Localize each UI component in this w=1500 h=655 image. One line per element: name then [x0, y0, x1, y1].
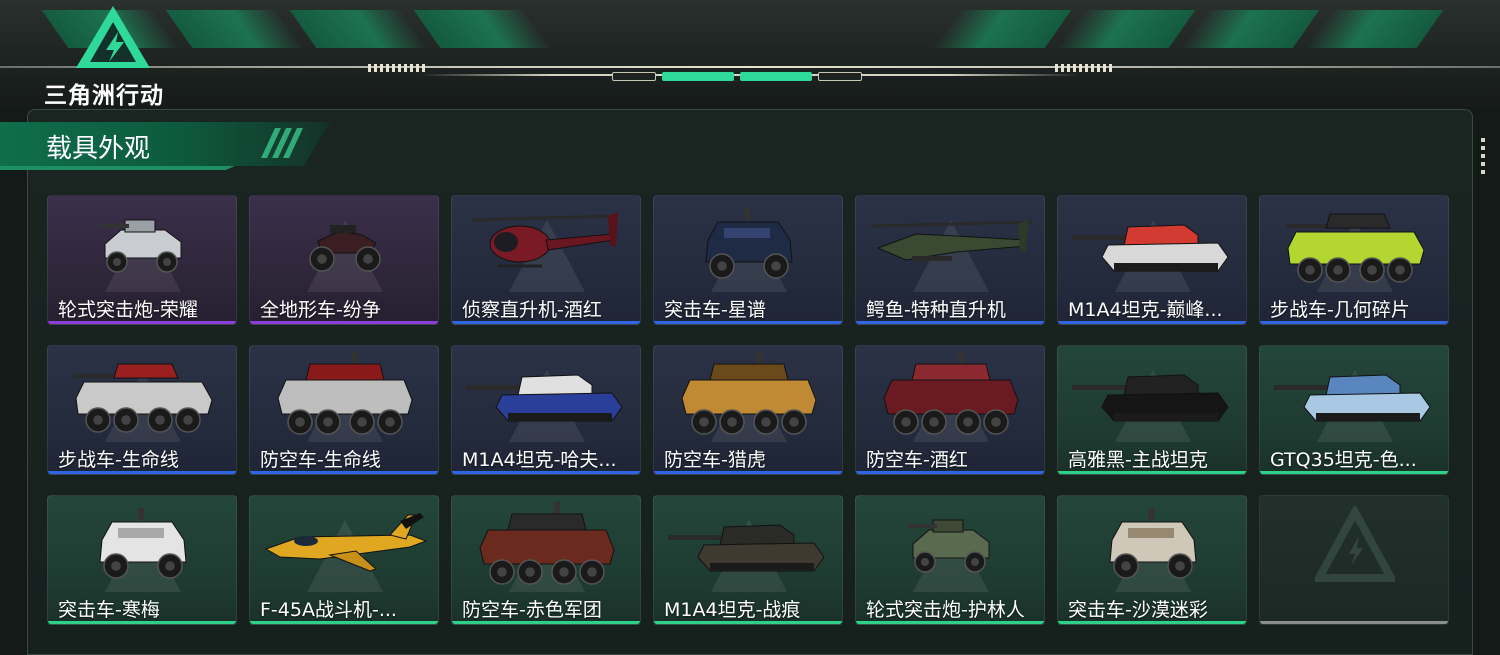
vehicle-skin-name: F-45A战斗机-...: [260, 599, 397, 621]
rarity-bar: [452, 471, 640, 474]
tank-icon: [1058, 200, 1246, 292]
vehicle-skin-card[interactable]: 鳄鱼-特种直升机: [855, 195, 1045, 325]
vehicle-skin-name: 防空车-生命线: [260, 449, 381, 471]
panel-scroll-indicator[interactable]: [1481, 138, 1485, 178]
vehicle-skin-card[interactable]: 防空车-生命线: [249, 345, 439, 475]
vehicle-skin-card[interactable]: 侦察直升机-酒红: [451, 195, 641, 325]
ifv-icon: [48, 350, 236, 442]
vehicle-skin-name: 高雅黑-主战坦克: [1068, 449, 1208, 471]
vehicle-grid: 轮式突击炮-荣耀 全地形车-纷争 侦察直升机-酒红 突击车-星谱 鳄鱼-特种直升…: [47, 195, 1451, 627]
vehicle-skin-card[interactable]: 突击车-星谱: [653, 195, 843, 325]
rarity-bar: [1260, 621, 1448, 624]
vehicle-skin-name: 全地形车-纷争: [260, 299, 381, 321]
vehicle-skin-card[interactable]: 步战车-生命线: [47, 345, 237, 475]
vehicle-skin-name: GTQ35坦克-色...: [1270, 449, 1417, 471]
header-divider: [0, 66, 1500, 68]
rarity-bar: [654, 621, 842, 624]
vehicle-skin-card[interactable]: 高雅黑-主战坦克: [1057, 345, 1247, 475]
vehicle-skin-card[interactable]: 防空车-酒红: [855, 345, 1045, 475]
tank-icon: [1058, 350, 1246, 442]
wheeled-assault-gun-icon: [856, 500, 1044, 592]
rarity-bar: [856, 621, 1044, 624]
rarity-bar: [452, 621, 640, 624]
rarity-bar: [48, 471, 236, 474]
vehicle-skin-card[interactable]: M1A4坦克-战痕: [653, 495, 843, 625]
tank-icon: [452, 350, 640, 442]
section-title: 载具外观: [46, 134, 151, 164]
wheeled-assault-gun-icon: [48, 200, 236, 292]
rarity-bar: [250, 621, 438, 624]
rarity-bar: [856, 471, 1044, 474]
tank-icon: [1260, 350, 1448, 442]
vehicle-skin-card[interactable]: F-45A战斗机-...: [249, 495, 439, 625]
vehicle-skin-card[interactable]: M1A4坦克-哈夫...: [451, 345, 641, 475]
vehicle-skin-name: 轮式突击炮-护林人: [866, 599, 1025, 621]
rarity-bar: [452, 321, 640, 324]
vehicle-skin-name: 突击车-寒梅: [58, 599, 160, 621]
header-ticks-left: [368, 64, 428, 72]
vehicle-skin-name: 防空车-猎虎: [664, 449, 766, 471]
section-tab-slashes: [261, 128, 303, 158]
header-page-indicator: [612, 72, 862, 81]
assault-vehicle-icon: [48, 500, 236, 592]
game-logo: 三角洲行动: [44, 4, 184, 109]
atv-icon: [250, 200, 438, 292]
empty-slot-logo-icon: [1260, 500, 1448, 592]
vehicle-skin-card[interactable]: 突击车-寒梅: [47, 495, 237, 625]
vehicle-skin-name: 突击车-沙漠迷彩: [1068, 599, 1208, 621]
rarity-bar: [1260, 321, 1448, 324]
vehicle-skin-card[interactable]: 突击车-沙漠迷彩: [1057, 495, 1247, 625]
assault-vehicle-icon: [1058, 500, 1246, 592]
rarity-bar: [1260, 471, 1448, 474]
vehicle-skin-card[interactable]: 防空车-赤色军团: [451, 495, 641, 625]
scout-helicopter-icon: [452, 200, 640, 292]
top-header: 三角洲行动: [0, 0, 1500, 109]
aa-vehicle-icon: [452, 500, 640, 592]
vehicle-skin-card[interactable]: 防空车-猎虎: [653, 345, 843, 475]
rarity-bar: [48, 321, 236, 324]
vehicle-skin-name: M1A4坦克-巅峰...: [1068, 299, 1223, 321]
empty-skin-slot[interactable]: [1259, 495, 1449, 625]
section-tab-underline: [0, 166, 235, 170]
vehicle-skin-card[interactable]: 步战车-几何碎片: [1259, 195, 1449, 325]
ifv-icon: [1260, 200, 1448, 292]
fighter-jet-icon: [250, 500, 438, 592]
vehicle-skin-card[interactable]: 全地形车-纷争: [249, 195, 439, 325]
vehicle-skin-name: 步战车-生命线: [58, 449, 179, 471]
tank-icon: [654, 500, 842, 592]
delta-triangle-logo-icon: [76, 6, 150, 68]
vehicle-skin-name: 防空车-酒红: [866, 449, 968, 471]
aa-vehicle-icon: [654, 350, 842, 442]
vehicle-skin-card[interactable]: 轮式突击炮-荣耀: [47, 195, 237, 325]
vehicle-skin-name: 侦察直升机-酒红: [462, 299, 602, 321]
vehicle-skin-name: 突击车-星谱: [664, 299, 766, 321]
aa-vehicle-icon: [250, 350, 438, 442]
vehicle-skin-name: M1A4坦克-战痕: [664, 599, 801, 621]
aa-vehicle-icon: [856, 350, 1044, 442]
header-stripes-right: [934, 10, 1444, 52]
rarity-bar: [856, 321, 1044, 324]
rarity-bar: [1058, 471, 1246, 474]
vehicle-skin-name: 防空车-赤色军团: [462, 599, 602, 621]
rarity-bar: [48, 621, 236, 624]
rarity-bar: [654, 321, 842, 324]
vehicle-skin-name: 步战车-几何碎片: [1270, 299, 1410, 321]
attack-helicopter-icon: [856, 200, 1044, 292]
vehicle-skin-card[interactable]: M1A4坦克-巅峰...: [1057, 195, 1247, 325]
vehicle-skin-name: M1A4坦克-哈夫...: [462, 449, 617, 471]
vehicle-skin-card[interactable]: 轮式突击炮-护林人: [855, 495, 1045, 625]
rarity-bar: [1058, 621, 1246, 624]
rarity-bar: [654, 471, 842, 474]
header-ticks-right: [1055, 64, 1115, 72]
rarity-bar: [250, 471, 438, 474]
game-logo-text: 三角洲行动: [44, 83, 164, 109]
vehicle-skin-name: 轮式突击炮-荣耀: [58, 299, 198, 321]
rarity-bar: [250, 321, 438, 324]
assault-vehicle-icon: [654, 200, 842, 292]
vehicle-skin-card[interactable]: GTQ35坦克-色...: [1259, 345, 1449, 475]
rarity-bar: [1058, 321, 1246, 324]
vehicle-skin-name: 鳄鱼-特种直升机: [866, 299, 1006, 321]
